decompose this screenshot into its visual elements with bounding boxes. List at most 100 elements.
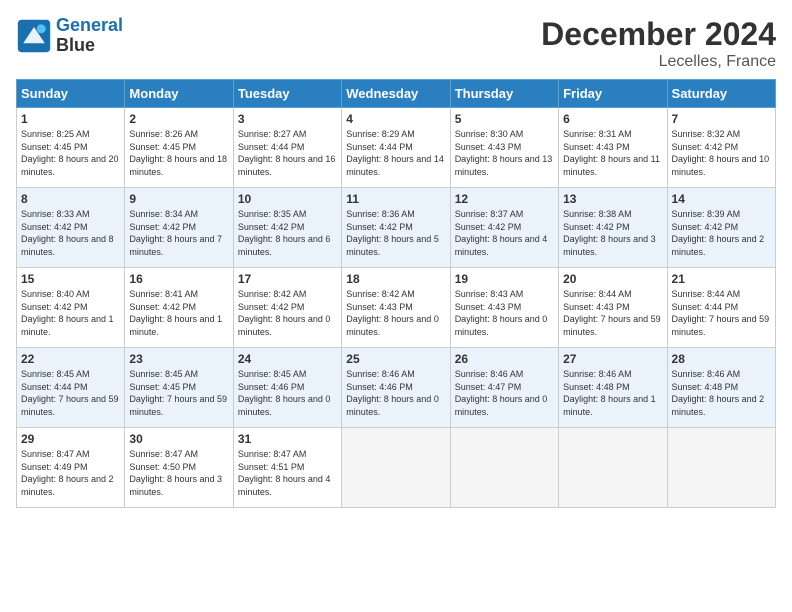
calendar-cell: 24Sunrise: 8:45 AMSunset: 4:46 PMDayligh… <box>233 348 341 428</box>
day-number: 5 <box>455 112 554 126</box>
logo: General Blue <box>16 16 123 56</box>
day-number: 7 <box>672 112 771 126</box>
cell-info: Sunrise: 8:37 AMSunset: 4:42 PMDaylight:… <box>455 209 548 257</box>
day-number: 18 <box>346 272 445 286</box>
col-saturday: Saturday <box>667 80 775 108</box>
calendar-table: Sunday Monday Tuesday Wednesday Thursday… <box>16 79 776 508</box>
day-number: 13 <box>563 192 662 206</box>
calendar-cell: 19 Sunrise: 8:43 AMSunset: 4:43 PMDayligh… <box>450 268 558 348</box>
day-number: 27 <box>563 352 662 366</box>
cell-info: Sunrise: 8:25 AMSunset: 4:45 PMDaylight:… <box>21 129 119 177</box>
calendar-row: 1 Sunrise: 8:25 AMSunset: 4:45 PMDaylight… <box>17 108 776 188</box>
cell-info: Sunrise: 8:44 AMSunset: 4:43 PMDaylight:… <box>563 289 661 337</box>
cell-info: Sunrise: 8:46 AMSunset: 4:47 PMDaylight:… <box>455 369 548 417</box>
calendar-cell: 6 Sunrise: 8:31 AMSunset: 4:43 PMDaylight… <box>559 108 667 188</box>
calendar-cell: 14 Sunrise: 8:39 AMSunset: 4:42 PMDayligh… <box>667 188 775 268</box>
calendar-cell: 5 Sunrise: 8:30 AMSunset: 4:43 PMDaylight… <box>450 108 558 188</box>
col-tuesday: Tuesday <box>233 80 341 108</box>
cell-info: Sunrise: 8:47 AMSunset: 4:51 PMDaylight:… <box>238 449 331 497</box>
calendar-cell: 26 Sunrise: 8:46 AMSunset: 4:47 PMDayligh… <box>450 348 558 428</box>
calendar-cell: 15 Sunrise: 8:40 AMSunset: 4:42 PMDayligh… <box>17 268 125 348</box>
location-title: Lecelles, France <box>541 53 776 71</box>
cell-info: Sunrise: 8:36 AMSunset: 4:42 PMDaylight:… <box>346 209 439 257</box>
calendar-cell: 16 Sunrise: 8:41 AMSunset: 4:42 PMDayligh… <box>125 268 233 348</box>
logo-text: General Blue <box>56 16 123 56</box>
calendar-cell: 11 Sunrise: 8:36 AMSunset: 4:42 PMDayligh… <box>342 188 450 268</box>
col-monday: Monday <box>125 80 233 108</box>
day-number: 3 <box>238 112 337 126</box>
day-number: 28 <box>672 352 771 366</box>
calendar-cell: 18 Sunrise: 8:42 AMSunset: 4:43 PMDayligh… <box>342 268 450 348</box>
calendar-cell: 31Sunrise: 8:47 AMSunset: 4:51 PMDayligh… <box>233 428 341 508</box>
calendar-cell: 9 Sunrise: 8:34 AMSunset: 4:42 PMDaylight… <box>125 188 233 268</box>
cell-info: Sunrise: 8:46 AMSunset: 4:48 PMDaylight:… <box>563 369 656 417</box>
day-number: 15 <box>21 272 120 286</box>
day-number: 1 <box>21 112 120 126</box>
cell-info: Sunrise: 8:32 AMSunset: 4:42 PMDaylight:… <box>672 129 770 177</box>
month-title: December 2024 <box>541 16 776 53</box>
cell-info: Sunrise: 8:27 AMSunset: 4:44 PMDaylight:… <box>238 129 336 177</box>
cell-info: Sunrise: 8:42 AMSunset: 4:43 PMDaylight:… <box>346 289 439 337</box>
calendar-row: 22 Sunrise: 8:45 AMSunset: 4:44 PMDayligh… <box>17 348 776 428</box>
calendar-cell: 25Sunrise: 8:46 AMSunset: 4:46 PMDayligh… <box>342 348 450 428</box>
calendar-cell: 7 Sunrise: 8:32 AMSunset: 4:42 PMDaylight… <box>667 108 775 188</box>
cell-info: Sunrise: 8:44 AMSunset: 4:44 PMDaylight:… <box>672 289 770 337</box>
calendar-cell <box>559 428 667 508</box>
cell-info: Sunrise: 8:45 AMSunset: 4:44 PMDaylight:… <box>21 369 119 417</box>
calendar-cell <box>667 428 775 508</box>
cell-info: Sunrise: 8:40 AMSunset: 4:42 PMDaylight:… <box>21 289 114 337</box>
day-number: 17 <box>238 272 337 286</box>
cell-info: Sunrise: 8:39 AMSunset: 4:42 PMDaylight:… <box>672 209 765 257</box>
day-number: 22 <box>21 352 120 366</box>
calendar-cell: 17 Sunrise: 8:42 AMSunset: 4:42 PMDayligh… <box>233 268 341 348</box>
cell-info: Sunrise: 8:45 AMSunset: 4:45 PMDaylight:… <box>129 369 227 417</box>
cell-info: Sunrise: 8:31 AMSunset: 4:43 PMDaylight:… <box>563 129 660 177</box>
day-number: 30 <box>129 432 228 446</box>
cell-info: Sunrise: 8:46 AMSunset: 4:48 PMDaylight:… <box>672 369 765 417</box>
day-number: 23 <box>129 352 228 366</box>
day-number: 24 <box>238 352 337 366</box>
calendar-row: 15 Sunrise: 8:40 AMSunset: 4:42 PMDayligh… <box>17 268 776 348</box>
cell-info: Sunrise: 8:30 AMSunset: 4:43 PMDaylight:… <box>455 129 553 177</box>
cell-info: Sunrise: 8:46 AMSunset: 4:46 PMDaylight:… <box>346 369 439 417</box>
calendar-cell: 21 Sunrise: 8:44 AMSunset: 4:44 PMDayligh… <box>667 268 775 348</box>
calendar-row: 8Sunrise: 8:33 AMSunset: 4:42 PMDaylight… <box>17 188 776 268</box>
day-number: 10 <box>238 192 337 206</box>
calendar-header-row: Sunday Monday Tuesday Wednesday Thursday… <box>17 80 776 108</box>
cell-info: Sunrise: 8:42 AMSunset: 4:42 PMDaylight:… <box>238 289 331 337</box>
cell-info: Sunrise: 8:41 AMSunset: 4:42 PMDaylight:… <box>129 289 222 337</box>
day-number: 2 <box>129 112 228 126</box>
calendar-cell: 27 Sunrise: 8:46 AMSunset: 4:48 PMDayligh… <box>559 348 667 428</box>
day-number: 26 <box>455 352 554 366</box>
cell-info: Sunrise: 8:29 AMSunset: 4:44 PMDaylight:… <box>346 129 444 177</box>
calendar-cell: 12 Sunrise: 8:37 AMSunset: 4:42 PMDayligh… <box>450 188 558 268</box>
day-number: 6 <box>563 112 662 126</box>
day-number: 9 <box>129 192 228 206</box>
calendar-cell: 28 Sunrise: 8:46 AMSunset: 4:48 PMDayligh… <box>667 348 775 428</box>
cell-info: Sunrise: 8:26 AMSunset: 4:45 PMDaylight:… <box>129 129 227 177</box>
day-number: 8 <box>21 192 120 206</box>
cell-info: Sunrise: 8:38 AMSunset: 4:42 PMDaylight:… <box>563 209 656 257</box>
cell-info: Sunrise: 8:35 AMSunset: 4:42 PMDaylight:… <box>238 209 331 257</box>
calendar-cell: 29 Sunrise: 8:47 AMSunset: 4:49 PMDayligh… <box>17 428 125 508</box>
day-number: 12 <box>455 192 554 206</box>
calendar-cell: 4 Sunrise: 8:29 AMSunset: 4:44 PMDaylight… <box>342 108 450 188</box>
day-number: 11 <box>346 192 445 206</box>
calendar-cell: 13 Sunrise: 8:38 AMSunset: 4:42 PMDayligh… <box>559 188 667 268</box>
page-header: General Blue December 2024 Lecelles, Fra… <box>16 16 776 71</box>
cell-info: Sunrise: 8:43 AMSunset: 4:43 PMDaylight:… <box>455 289 548 337</box>
calendar-cell: 2 Sunrise: 8:26 AMSunset: 4:45 PMDaylight… <box>125 108 233 188</box>
cell-info: Sunrise: 8:34 AMSunset: 4:42 PMDaylight:… <box>129 209 222 257</box>
day-number: 14 <box>672 192 771 206</box>
calendar-cell: 20Sunrise: 8:44 AMSunset: 4:43 PMDayligh… <box>559 268 667 348</box>
calendar-cell: 23 Sunrise: 8:45 AMSunset: 4:45 PMDayligh… <box>125 348 233 428</box>
col-wednesday: Wednesday <box>342 80 450 108</box>
logo-icon <box>16 18 52 54</box>
calendar-cell <box>450 428 558 508</box>
day-number: 19 <box>455 272 554 286</box>
day-number: 4 <box>346 112 445 126</box>
day-number: 16 <box>129 272 228 286</box>
day-number: 21 <box>672 272 771 286</box>
day-number: 29 <box>21 432 120 446</box>
cell-info: Sunrise: 8:47 AMSunset: 4:49 PMDaylight:… <box>21 449 114 497</box>
